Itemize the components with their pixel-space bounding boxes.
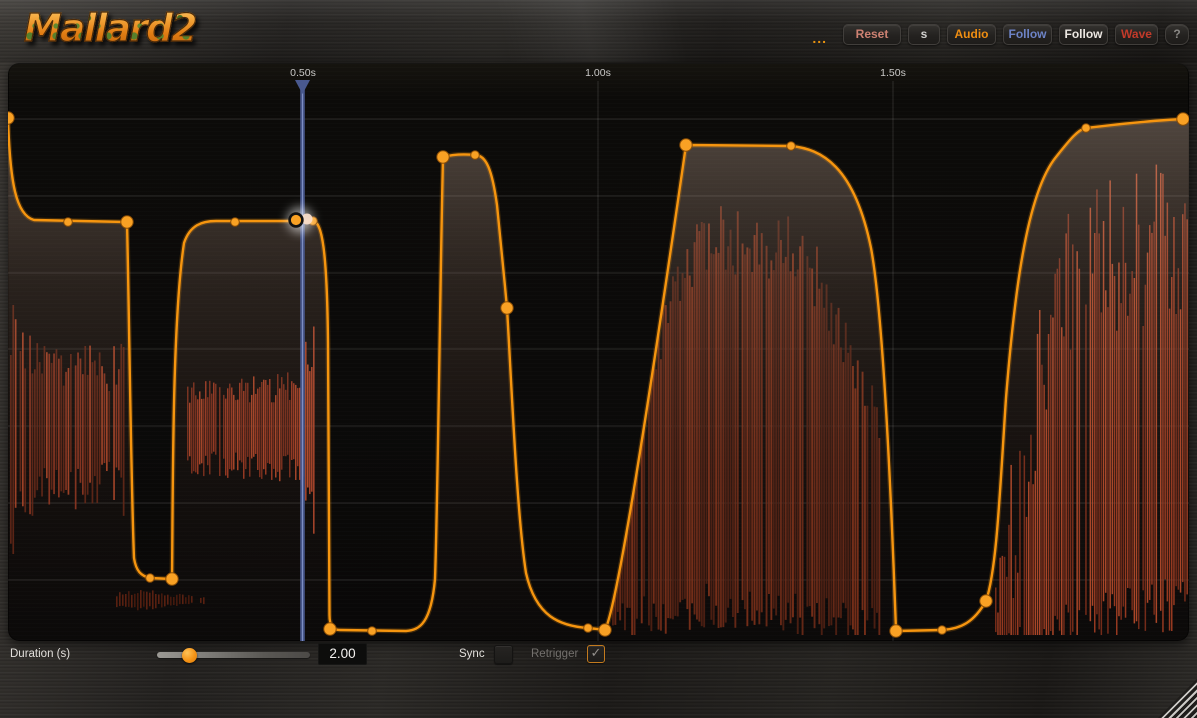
svg-text:1.50s: 1.50s — [880, 67, 906, 79]
envelope-point[interactable] — [471, 151, 480, 160]
toolbar: ... Reset s Audio Follow Follow Wave ? — [812, 22, 1189, 46]
audio-button[interactable]: Audio — [947, 24, 996, 45]
app-logo: Mallard2 — [24, 4, 196, 52]
s-button[interactable]: s — [908, 24, 940, 45]
envelope-point[interactable] — [1082, 124, 1091, 133]
envelope-point[interactable] — [166, 573, 178, 585]
plugin-window: Mallard2 ... Reset s Audio Follow Follow… — [0, 0, 1197, 718]
wave-button[interactable]: Wave — [1115, 24, 1158, 45]
more-button[interactable]: ... — [812, 22, 827, 46]
envelope-point[interactable] — [890, 625, 902, 637]
retrigger-checkbox[interactable]: ✓ — [587, 645, 605, 663]
svg-text:1.00s: 1.00s — [585, 67, 611, 79]
duration-slider-track[interactable] — [157, 652, 310, 658]
envelope-point-selected[interactable] — [290, 214, 303, 227]
help-button[interactable]: ? — [1165, 24, 1189, 45]
follow-button-2[interactable]: Follow — [1059, 24, 1108, 45]
envelope-point[interactable] — [584, 624, 593, 633]
envelope-point[interactable] — [787, 142, 796, 151]
envelope-point[interactable] — [980, 595, 992, 607]
reset-button[interactable]: Reset — [843, 24, 901, 45]
envelope-point[interactable] — [437, 151, 449, 163]
duration-label: Duration (s) — [10, 648, 70, 660]
envelope-point[interactable] — [680, 139, 692, 151]
duration-slider[interactable] — [157, 641, 310, 669]
envelope-point[interactable] — [231, 218, 240, 227]
footer-controls: Duration (s) 2.00 Sync ✓ Retrigger ✓ — [0, 641, 1197, 671]
sync-label: Sync — [459, 648, 485, 660]
svg-text:0.50s: 0.50s — [290, 67, 316, 79]
envelope-point[interactable] — [64, 218, 73, 227]
resize-grip[interactable] — [1157, 678, 1197, 718]
duration-slider-knob[interactable] — [182, 648, 197, 663]
follow-button-1[interactable]: Follow — [1003, 24, 1052, 45]
envelope-point[interactable] — [501, 302, 513, 314]
envelope-point[interactable] — [368, 627, 377, 636]
time-labels: 0.50s 1.00s 1.50s — [290, 67, 906, 79]
duration-value[interactable]: 2.00 — [318, 643, 367, 665]
envelope-canvas[interactable]: 0.50s 1.00s 1.50s — [8, 63, 1189, 641]
envelope-point[interactable] — [938, 626, 947, 635]
sync-checkbox[interactable]: ✓ — [494, 645, 513, 664]
playhead-marker-icon — [295, 80, 310, 94]
envelope-point[interactable] — [1177, 113, 1189, 125]
envelope-point[interactable] — [324, 623, 336, 635]
envelope-point[interactable] — [121, 216, 133, 228]
envelope-point[interactable] — [8, 112, 14, 124]
envelope-editor[interactable]: 0.50s 1.00s 1.50s — [8, 63, 1189, 641]
retrigger-label: Retrigger — [531, 648, 578, 660]
check-icon: ✓ — [588, 646, 604, 661]
envelope-point[interactable] — [146, 574, 155, 583]
envelope-point[interactable] — [599, 624, 611, 636]
